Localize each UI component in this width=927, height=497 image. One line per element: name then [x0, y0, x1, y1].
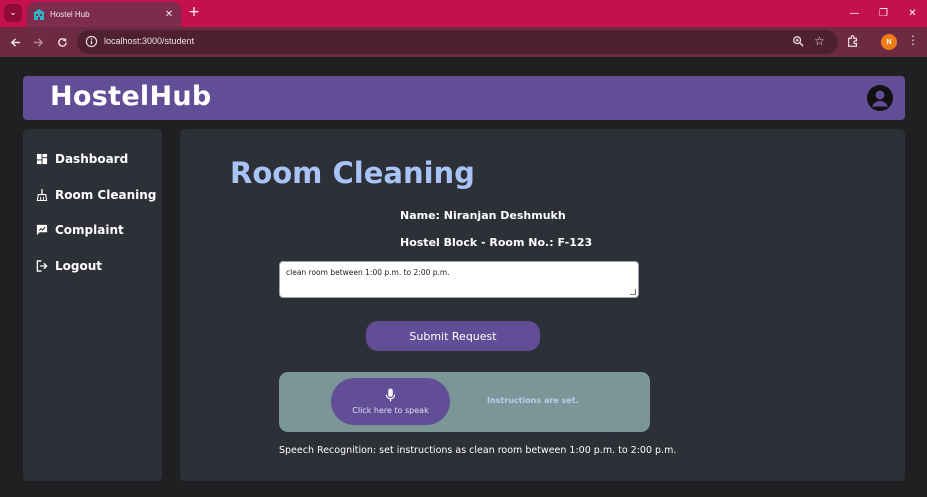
sidebar-item-label: Dashboard: [55, 152, 129, 166]
speech-panel: Click here to speak Instructions are set…: [279, 372, 650, 432]
bookmark-star-icon[interactable]: ☆: [814, 34, 825, 48]
page-title: Room Cleaning: [230, 156, 475, 190]
sidebar-item-label: Logout: [55, 259, 103, 273]
brand-logo[interactable]: HostelHub: [50, 81, 212, 112]
instructions-value: clean room between 1:00 p.m. to 2:00 p.m…: [286, 268, 450, 277]
instructions-status: Instructions are set.: [487, 396, 579, 405]
zoom-icon[interactable]: [792, 35, 806, 49]
main-panel: Room Cleaning Name: Niranjan Deshmukh Ho…: [180, 129, 905, 481]
app-header: HostelHub: [23, 76, 905, 120]
back-arrow-icon[interactable]: [6, 33, 24, 51]
address-bar[interactable]: localhost:3000/student ☆: [77, 30, 838, 54]
tab-search-button[interactable]: ⌄: [4, 4, 22, 22]
speak-button-label: Click here to speak: [352, 406, 429, 415]
resize-handle-icon[interactable]: [630, 289, 636, 295]
restore-button[interactable]: ❐: [869, 0, 898, 27]
new-tab-button[interactable]: +: [187, 4, 201, 20]
instructions-textarea[interactable]: clean room between 1:00 p.m. to 2:00 p.m…: [279, 261, 639, 298]
logout-icon: [36, 259, 49, 273]
window-controls: — ❐ ✕: [840, 0, 927, 27]
extensions-puzzle-icon[interactable]: [846, 34, 862, 50]
sidebar-item-label: Complaint: [55, 223, 124, 237]
tab-title: Hostel Hub: [50, 10, 90, 19]
complaint-icon: [36, 224, 49, 237]
minimize-button[interactable]: —: [840, 0, 869, 27]
speech-recognition-result: Speech Recognition: set instructions as …: [279, 445, 677, 456]
browser-tabbar: ⌄ Hostel Hub ✕ + — ❐ ✕: [0, 0, 927, 27]
user-account-icon[interactable]: [867, 85, 893, 111]
site-info-icon[interactable]: [85, 35, 99, 49]
forward-arrow-icon[interactable]: [29, 33, 47, 51]
profile-avatar[interactable]: N: [881, 34, 897, 50]
sidebar-item-label: Room Cleaning: [55, 188, 157, 202]
browser-toolbar: localhost:3000/student ☆ N ⋮: [0, 27, 927, 57]
dashboard-icon: [36, 153, 49, 166]
sidebar-item-logout[interactable]: Logout: [36, 259, 102, 273]
tab-close-icon[interactable]: ✕: [162, 9, 176, 20]
speak-button[interactable]: Click here to speak: [331, 378, 450, 425]
sidebar-item-room-cleaning[interactable]: Room Cleaning: [36, 188, 156, 202]
reload-icon[interactable]: [53, 33, 71, 51]
submit-request-button[interactable]: Submit Request: [366, 321, 540, 351]
room-info: Hostel Block - Room No.: F-123: [400, 236, 593, 249]
browser-tab[interactable]: Hostel Hub ✕: [27, 2, 181, 27]
hostel-favicon-icon: [33, 8, 45, 21]
sidebar-item-complaint[interactable]: Complaint: [36, 223, 124, 237]
close-window-button[interactable]: ✕: [898, 0, 927, 27]
microphone-icon: [385, 388, 397, 404]
student-name: Name: Niranjan Deshmukh: [400, 209, 566, 222]
broom-icon: [36, 188, 49, 202]
browser-menu-icon[interactable]: ⋮: [907, 33, 919, 47]
sidebar: Dashboard Room Cleaning Complaint Logout: [23, 129, 162, 481]
sidebar-item-dashboard[interactable]: Dashboard: [36, 152, 128, 166]
url-text[interactable]: localhost:3000/student: [104, 36, 194, 46]
